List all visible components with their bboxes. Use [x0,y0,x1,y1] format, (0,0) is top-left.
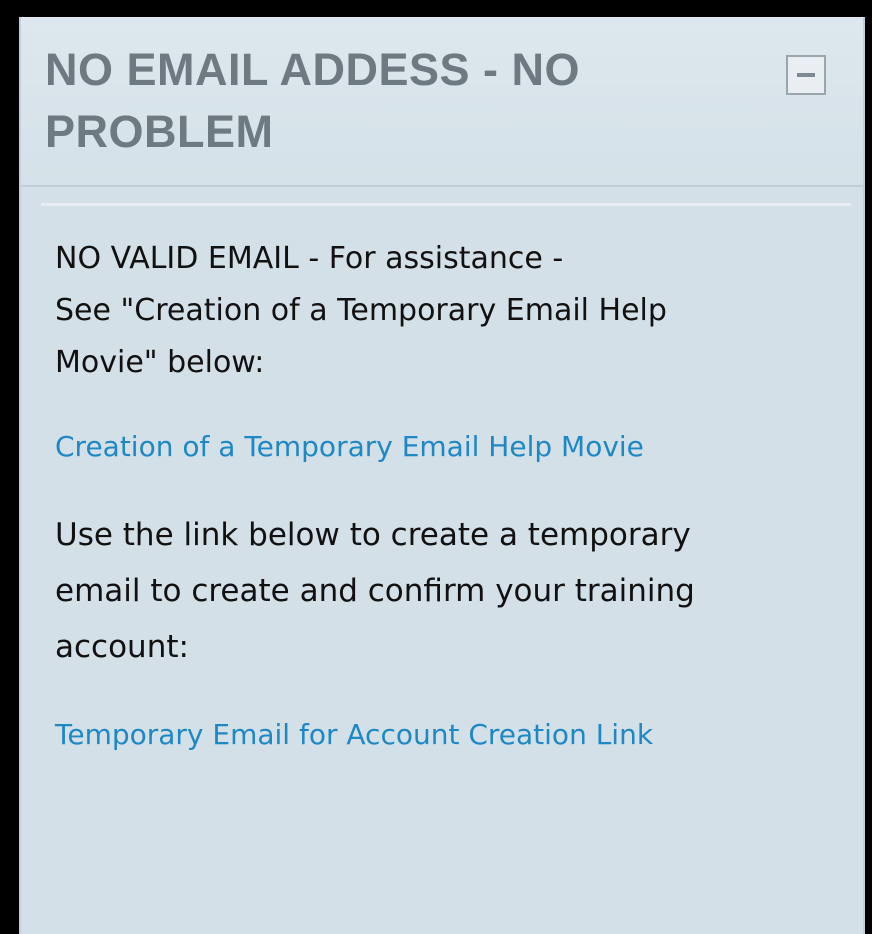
minus-box-icon [797,73,815,77]
help-movie-link[interactable]: Creation of a Temporary Email Help Movie [55,427,855,467]
instruction-line: email to create and confirm your trainin… [55,573,695,609]
intro-line: NO VALID EMAIL - For assistance - [55,241,564,276]
block-header: NO EMAIL ADDESS - NO PROBLEM [21,17,863,187]
block-content: NO VALID EMAIL - For assistance - See "C… [55,233,855,755]
sidebar-block: NO EMAIL ADDESS - NO PROBLEM NO VALID EM… [19,17,865,934]
intro-line: See "Creation of a Temporary Email Help [55,293,667,328]
collapse-button[interactable] [786,55,826,95]
instruction-line: account: [55,629,189,665]
block-title: NO EMAIL ADDESS - NO PROBLEM [45,44,581,157]
instruction-text: Use the link below to create a temporary… [55,507,855,675]
intro-line: Movie" below: [55,345,265,380]
page-frame: NO EMAIL ADDESS - NO PROBLEM NO VALID EM… [0,0,872,934]
instruction-line: Use the link below to create a temporary [55,517,691,553]
divider [41,203,851,206]
intro-text: NO VALID EMAIL - For assistance - See "C… [55,233,855,389]
temp-email-link[interactable]: Temporary Email for Account Creation Lin… [55,715,855,755]
